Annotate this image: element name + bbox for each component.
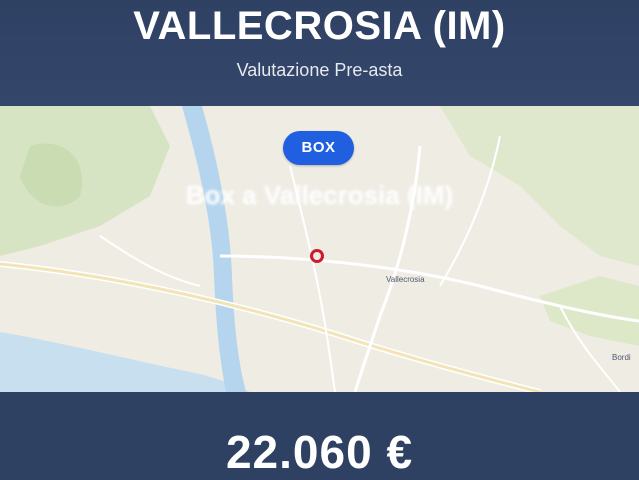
page-subtitle: Valutazione Pre-asta (236, 60, 403, 80)
location-pin-icon[interactable] (310, 249, 324, 263)
map-town-label: Vallecrosia (386, 275, 425, 284)
page-title: VALLECROSIA (IM) (133, 4, 506, 48)
header-banner: VALLECROSIA (IM) Valutazione Pre-asta (0, 0, 639, 106)
map-overlay-title: Box a Vallecrosia (IM) (185, 180, 454, 210)
map-edge-label: Bordi (612, 353, 631, 362)
property-type-badge: BOX (283, 131, 354, 165)
price-value: 22.060 € (225, 426, 414, 478)
